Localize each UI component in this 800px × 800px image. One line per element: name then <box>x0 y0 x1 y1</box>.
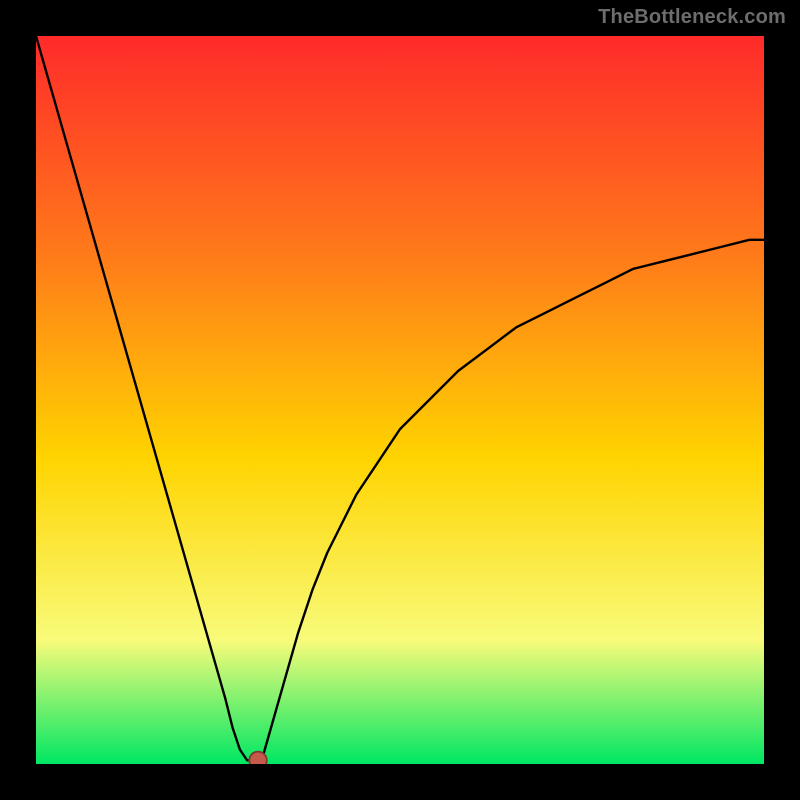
watermark-text: TheBottleneck.com <box>598 6 786 29</box>
minimum-marker <box>249 752 266 764</box>
chart-frame: TheBottleneck.com <box>0 0 800 800</box>
gradient-background <box>36 36 764 764</box>
bottleneck-plot <box>36 36 764 764</box>
